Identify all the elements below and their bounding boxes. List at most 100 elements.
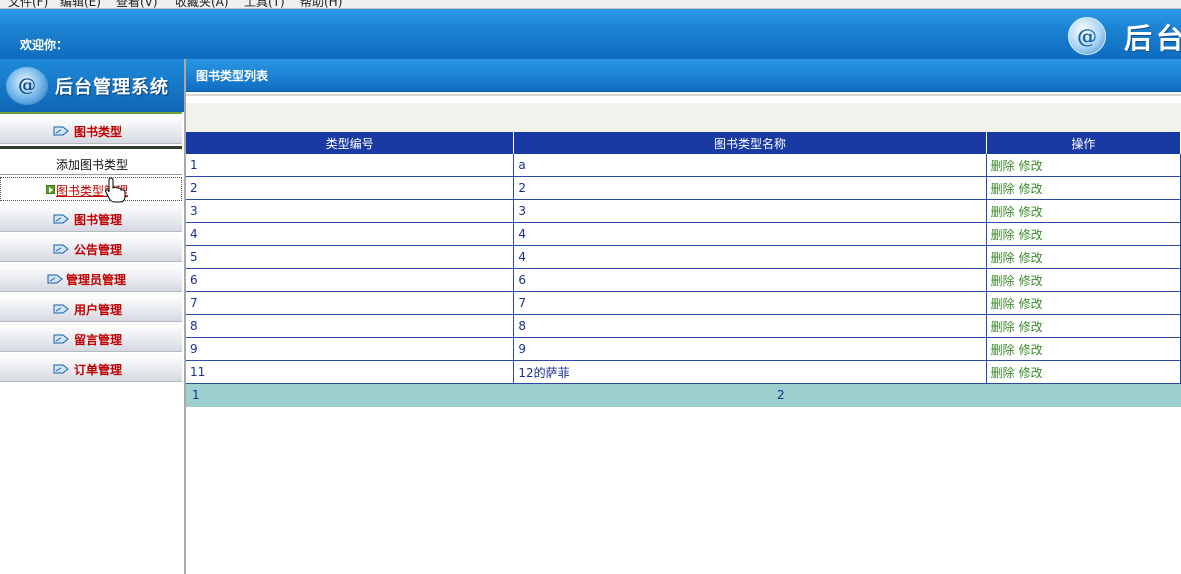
delete-link[interactable]: 删除	[991, 274, 1015, 288]
cell-actions: 删除 修改	[986, 291, 1181, 315]
edit-link[interactable]: 修改	[1019, 343, 1043, 357]
sidebar-group-orders[interactable]: 订单管理	[0, 354, 182, 382]
menu-file[interactable]: 文件(F)	[8, 0, 48, 8]
toolbar-band	[186, 103, 1181, 132]
sidebar-group-label: 图书类型	[74, 125, 123, 139]
menu-help[interactable]: 帮助(H)	[300, 0, 342, 8]
book-type-table: 类型编号 图书类型名称 操作 1 a 删除 修改 2 2 删除 修改 3 3 删除 修改 4 4 删除 修改 5…	[186, 132, 1181, 384]
pager-page-1[interactable]: 1	[192, 388, 200, 402]
sidebar-sub-add-book-type[interactable]: 添加图书类型	[0, 151, 182, 175]
sidebar-group-admins[interactable]: 管理员管理	[0, 264, 182, 292]
cell-type-id: 2	[186, 176, 515, 200]
sidebar-group-notices[interactable]: 公告管理	[0, 234, 182, 262]
delete-link[interactable]: 删除	[991, 228, 1015, 242]
cell-type-name: 4	[513, 222, 987, 246]
edit-link[interactable]: 修改	[1019, 159, 1043, 173]
menu-tools[interactable]: 工具(T)	[244, 0, 285, 8]
sidebar-logo: @ 后台管理系统	[0, 59, 184, 112]
header-logo-text: 后台	[1124, 22, 1181, 55]
delete-link[interactable]: 删除	[991, 320, 1015, 334]
edit-link[interactable]: 修改	[1019, 366, 1043, 380]
sidebar-group-books[interactable]: 图书管理	[0, 204, 182, 232]
folder-arrow-icon	[53, 364, 69, 374]
divider	[186, 94, 1181, 96]
table-row: 4 4 删除 修改	[186, 222, 1181, 246]
cell-type-name: 4	[513, 245, 987, 269]
sidebar-sub-label: 添加图书类型	[56, 158, 129, 172]
cell-actions: 删除 修改	[986, 176, 1181, 200]
cell-actions: 删除 修改	[986, 268, 1181, 292]
main-title-bar: 图书类型列表	[186, 59, 1181, 92]
cell-actions: 删除 修改	[986, 314, 1181, 338]
cell-type-id: 1	[186, 154, 515, 177]
folder-arrow-icon	[53, 334, 69, 344]
table-row: 11 12的萨菲 删除 修改	[186, 360, 1181, 384]
folder-arrow-icon	[53, 126, 69, 136]
cell-type-name: 3	[513, 199, 987, 223]
sidebar-group-label: 公告管理	[74, 243, 123, 257]
column-header-actions: 操作	[986, 132, 1181, 154]
edit-link[interactable]: 修改	[1019, 182, 1043, 196]
delete-link[interactable]: 删除	[991, 297, 1015, 311]
cell-type-name: a	[513, 154, 987, 177]
edit-link[interactable]: 修改	[1019, 205, 1043, 219]
edit-link[interactable]: 修改	[1019, 251, 1043, 265]
cell-actions: 删除 修改	[986, 360, 1181, 384]
mascot-logo-icon: @	[6, 67, 48, 105]
table-row: 9 9 删除 修改	[186, 337, 1181, 361]
sidebar: @ 后台管理系统 图书类型 添加图书类型 图书类型管理 图书管理 公告管理 管理…	[0, 59, 186, 574]
cell-actions: 删除 修改	[986, 199, 1181, 223]
cell-type-name: 6	[513, 268, 987, 292]
sidebar-group-label: 图书管理	[74, 213, 123, 227]
table-row: 5 4 删除 修改	[186, 245, 1181, 269]
cell-type-id: 5	[186, 245, 515, 269]
menu-view[interactable]: 查看(V)	[116, 0, 158, 8]
cell-type-id: 9	[186, 337, 515, 361]
cell-actions: 删除 修改	[986, 245, 1181, 269]
arrow-right-icon	[46, 185, 55, 194]
delete-link[interactable]: 删除	[991, 205, 1015, 219]
table-row: 3 3 删除 修改	[186, 199, 1181, 223]
delete-link[interactable]: 删除	[991, 159, 1015, 173]
sidebar-sub-book-type-manage[interactable]: 图书类型管理	[0, 177, 182, 201]
welcome-text: 欢迎你：	[20, 38, 69, 52]
sidebar-group-label: 管理员管理	[66, 273, 127, 287]
pager: 1 2	[186, 384, 1181, 407]
cell-type-name: 12的萨菲	[513, 360, 987, 384]
divider	[0, 112, 182, 114]
delete-link[interactable]: 删除	[991, 366, 1015, 380]
table-row: 2 2 删除 修改	[186, 176, 1181, 200]
delete-link[interactable]: 删除	[991, 182, 1015, 196]
edit-link[interactable]: 修改	[1019, 274, 1043, 288]
edit-link[interactable]: 修改	[1019, 297, 1043, 311]
sidebar-group-users[interactable]: 用户管理	[0, 294, 182, 322]
menu-favorites[interactable]: 收藏夹(A)	[175, 0, 229, 8]
delete-link[interactable]: 删除	[991, 343, 1015, 357]
column-header-name: 图书类型名称	[513, 132, 987, 154]
delete-link[interactable]: 删除	[991, 251, 1015, 265]
folder-arrow-icon	[53, 244, 69, 254]
pager-page-2[interactable]: 2	[777, 388, 785, 402]
cell-type-id: 3	[186, 199, 515, 223]
folder-arrow-icon	[47, 274, 63, 284]
cell-actions: 删除 修改	[986, 337, 1181, 361]
sidebar-group-messages[interactable]: 留言管理	[0, 324, 182, 352]
table-row: 6 6 删除 修改	[186, 268, 1181, 292]
edit-link[interactable]: 修改	[1019, 320, 1043, 334]
cell-actions: 删除 修改	[986, 154, 1181, 177]
sidebar-group-label: 订单管理	[74, 363, 123, 377]
cell-type-id: 7	[186, 291, 515, 315]
table-row: 7 7 删除 修改	[186, 291, 1181, 315]
sidebar-logo-title: 后台管理系统	[55, 77, 169, 98]
table-row: 8 8 删除 修改	[186, 314, 1181, 338]
edit-link[interactable]: 修改	[1019, 228, 1043, 242]
menu-edit[interactable]: 编辑(E)	[60, 0, 101, 8]
cell-type-name: 8	[513, 314, 987, 338]
folder-arrow-icon	[53, 304, 69, 314]
sidebar-group-book-types[interactable]: 图书类型	[0, 116, 182, 144]
sidebar-group-label: 用户管理	[74, 303, 123, 317]
cell-type-id: 4	[186, 222, 515, 246]
table-row: 1 a 删除 修改	[186, 154, 1181, 177]
cell-type-name: 9	[513, 337, 987, 361]
cell-type-name: 7	[513, 291, 987, 315]
